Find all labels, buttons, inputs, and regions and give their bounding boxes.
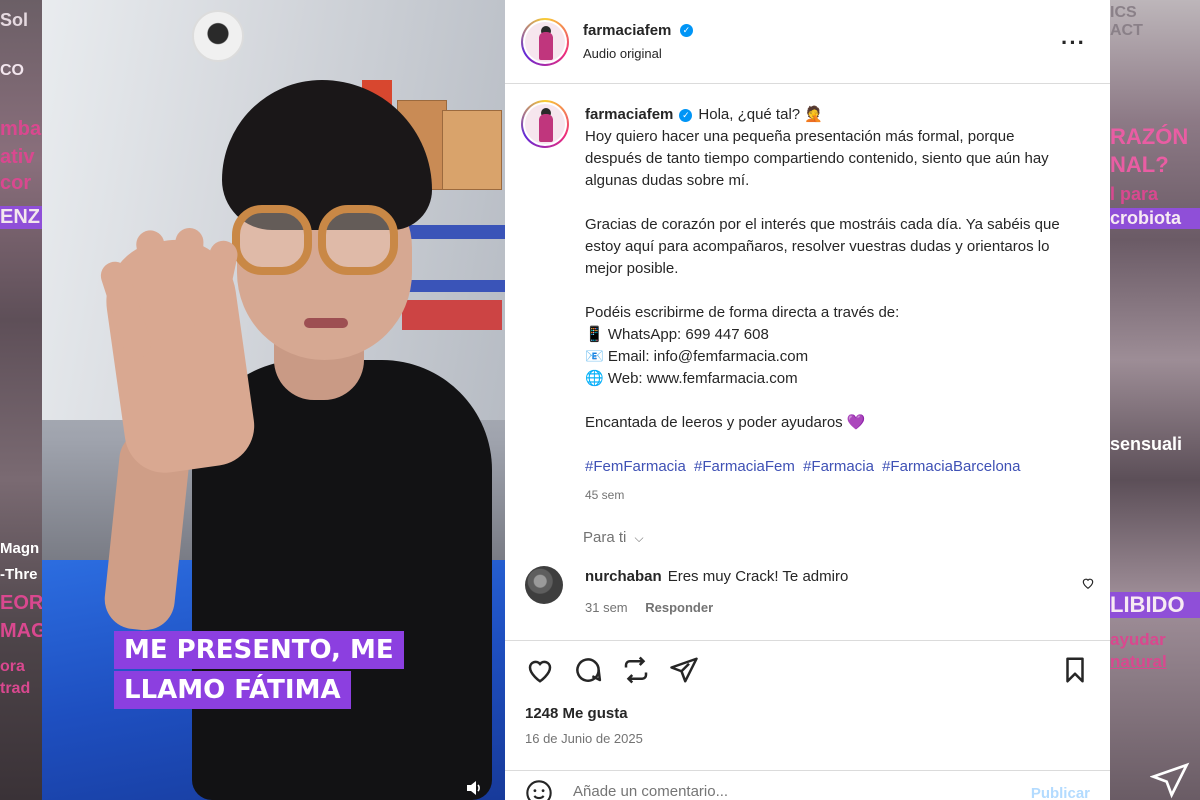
comment-content: nurchaban Eres muy Crack! Te admiro — [585, 568, 848, 585]
comments-filter-label: Para ti — [583, 529, 627, 546]
glasses-right — [318, 205, 398, 275]
verified-badge-icon: ✓ — [679, 24, 693, 38]
bg-right-text: natural — [1110, 652, 1167, 671]
repost-icon[interactable] — [621, 655, 651, 685]
bg-left-text: trad — [0, 680, 31, 697]
reply-button[interactable]: Responder — [645, 600, 713, 615]
caption-paragraph: Gracias de corazón por el interés que mo… — [585, 216, 1060, 277]
more-options-icon[interactable]: ··· — [1061, 30, 1086, 56]
post-body: farmaciafem ✓ Hola, ¿qué tal? 🤦 Hoy quiero… — [505, 84, 1110, 640]
author-avatar[interactable] — [521, 18, 569, 66]
bg-left-text: ativ — [0, 146, 35, 168]
comment-item: nurchaban Eres muy Crack! Te admiro 31 se… — [525, 564, 1095, 624]
contact-whatsapp: 📱 WhatsApp: 699 447 608 — [585, 326, 769, 343]
background-nav-icon — [1149, 760, 1200, 800]
hashtag-link[interactable]: #FemFarmacia — [585, 458, 686, 475]
commenter-avatar[interactable] — [525, 566, 563, 604]
caption-closing: Encantada de leeros y poder ayudaros 💜 — [585, 414, 866, 431]
bg-right-text: RAZÓN — [1110, 124, 1189, 149]
caption-username[interactable]: farmaciafem — [585, 106, 673, 123]
bg-right-text: NAL? — [1110, 152, 1169, 177]
caption-line-1: ME PRESENTO, ME — [114, 631, 404, 669]
bg-right-text: l para — [1110, 184, 1159, 204]
likes-count[interactable]: 1248 Me gusta — [525, 705, 628, 722]
caption-greeting: Hola, ¿qué tal? 🤦 — [698, 106, 823, 123]
post-time[interactable]: 45 sem — [585, 484, 1065, 506]
contact-email: 📧 Email: info@femfarmacia.com — [585, 348, 809, 365]
bg-left-text: cor — [0, 172, 32, 194]
post-date: 16 de Junio de 2025 — [525, 731, 643, 746]
comment-like-icon[interactable] — [1081, 576, 1095, 593]
bg-left-text: mba — [0, 118, 42, 140]
hashtag-link[interactable]: #Farmacia — [803, 458, 874, 475]
video-caption: ME PRESENTO, ME LLAMO FÁTIMA — [114, 630, 424, 710]
hashtag-list: #FemFarmacia #FarmaciaFem #Farmacia #Far… — [585, 456, 1065, 478]
caption-author-avatar[interactable] — [521, 100, 569, 148]
caption-paragraph: Hoy quiero hacer una pequeña presentació… — [585, 128, 1049, 189]
bg-right-text: sensuali — [1110, 434, 1183, 454]
reel-video[interactable]: ME PRESENTO, ME LLAMO FÁTIMA — [42, 0, 505, 800]
background-right-strip — [1110, 0, 1200, 800]
bg-left-text: Sol — [0, 10, 29, 30]
chevron-down-icon: ⌵ — [634, 531, 644, 545]
audio-icon[interactable] — [464, 778, 486, 800]
header-username[interactable]: farmaciafem — [583, 22, 671, 39]
contact-web: 🌐 Web: www.femfarmacia.com — [585, 370, 798, 387]
save-icon[interactable] — [1060, 655, 1090, 685]
bg-right-text: ayudar — [1110, 630, 1166, 649]
carton-box — [442, 110, 502, 190]
bg-left-text: EOR — [0, 592, 42, 614]
comment-icon[interactable] — [573, 655, 603, 685]
bg-left-text: MAG — [0, 620, 42, 642]
caption-paragraph: Podéis escribirme de forma directa a tra… — [585, 304, 900, 321]
bg-left-text: ENZ — [0, 206, 42, 229]
bg-left-text: Magn — [0, 540, 40, 557]
post-header: farmaciafem ✓ Audio original ··· — [505, 0, 1110, 84]
verified-badge-icon: ✓ — [679, 108, 693, 122]
bg-right-text: crobiota — [1110, 208, 1200, 229]
audio-label[interactable]: Audio original — [583, 46, 662, 61]
commenter-username[interactable]: nurchaban — [585, 568, 662, 585]
comments-filter[interactable]: Para ti ⌵ — [583, 529, 644, 546]
post-actions: 1248 Me gusta 16 de Junio de 2025 — [505, 640, 1110, 770]
emoji-icon[interactable] — [525, 779, 553, 800]
hashtag-link[interactable]: #FarmaciaFem — [694, 458, 795, 475]
bg-left-text: CO — [0, 62, 24, 79]
hashtag-link[interactable]: #FarmaciaBarcelona — [882, 458, 1020, 475]
comment-input[interactable] — [573, 783, 993, 800]
publish-button[interactable]: Publicar — [1031, 785, 1090, 800]
red-crate — [402, 300, 502, 330]
post-caption: farmaciafem ✓ Hola, ¿qué tal? 🤦 Hoy quiero… — [585, 104, 1065, 506]
glasses-left — [232, 205, 312, 275]
bg-right-text: ACT — [1110, 22, 1143, 39]
like-icon[interactable] — [525, 655, 555, 685]
caption-line-2: LLAMO FÁTIMA — [114, 671, 351, 709]
comment-text: Eres muy Crack! Te admiro — [667, 568, 849, 585]
share-icon[interactable] — [669, 655, 699, 685]
security-camera — [192, 10, 244, 62]
bg-right-text: ICS — [1110, 4, 1137, 21]
bg-left-text: -Thre — [0, 566, 38, 583]
comment-time[interactable]: 31 sem — [585, 600, 628, 615]
person-mouth — [304, 318, 348, 328]
post-panel: farmaciafem ✓ Audio original ··· farmaci… — [505, 0, 1110, 800]
bg-left-text: ora — [0, 658, 25, 675]
bg-right-text: LIBIDO — [1110, 592, 1200, 618]
comment-meta: 31 sem Responder — [585, 600, 727, 615]
header-author: farmaciafem ✓ — [583, 22, 693, 40]
comment-composer: Publicar — [505, 770, 1110, 800]
